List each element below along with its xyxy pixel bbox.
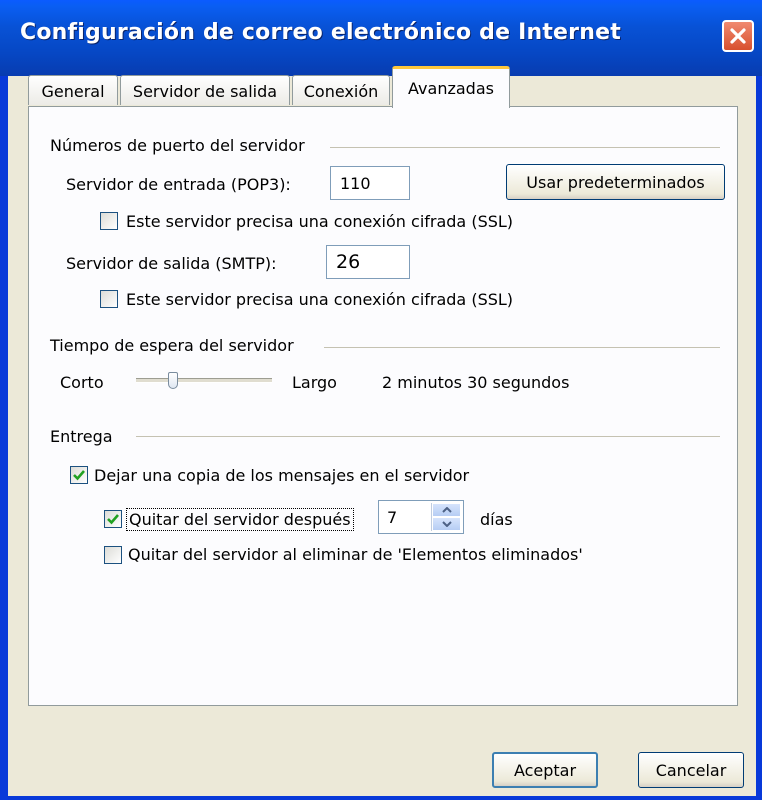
remove-after-label: Quitar del servidor después (126, 508, 354, 531)
timeout-slider[interactable] (136, 372, 272, 392)
remove-deleted-label: Quitar del servidor al eliminar de 'Elem… (128, 545, 583, 564)
slider-track (136, 378, 272, 383)
tab-connection-label: Conexión (303, 82, 379, 101)
close-icon (730, 28, 746, 44)
chevron-down-icon (441, 521, 452, 527)
ports-section-title: Números de puerto del servidor (50, 136, 305, 155)
use-defaults-label: Usar predeterminados (526, 172, 705, 192)
use-defaults-button[interactable]: Usar predeterminados (506, 164, 725, 200)
outgoing-ssl-checkbox[interactable] (100, 290, 118, 308)
tab-outgoing-server-label: Servidor de salida (132, 82, 278, 101)
timeout-section-title: Tiempo de espera del servidor (50, 336, 294, 355)
leave-copy-label: Dejar una copia de los mensajes en el se… (94, 466, 470, 485)
tab-outgoing-server[interactable]: Servidor de salida (120, 75, 290, 105)
tab-connection[interactable]: Conexión (292, 75, 390, 105)
dialog-window: Configuración de correo electrónico de I… (0, 0, 762, 800)
timeout-short-label: Corto (60, 373, 104, 392)
leave-copy-checkbox[interactable] (70, 466, 88, 484)
cancel-button-label: Cancelar (655, 760, 727, 780)
incoming-ssl-checkbox[interactable] (100, 212, 118, 230)
delivery-section-title: Entrega (50, 427, 113, 446)
timeout-long-label: Largo (292, 373, 337, 392)
chevron-up-icon (441, 507, 452, 513)
outgoing-ssl-label: Este servidor precisa una conexión cifra… (126, 290, 514, 309)
checkmark-icon (73, 470, 85, 481)
days-unit-label: días (480, 510, 513, 529)
outgoing-port-input[interactable]: 26 (326, 245, 410, 279)
tab-general[interactable]: General (28, 75, 118, 105)
close-button[interactable] (722, 20, 754, 52)
incoming-server-label: Servidor de entrada (POP3): (66, 175, 291, 194)
ok-button[interactable]: Aceptar (492, 752, 598, 788)
tab-general-label: General (41, 82, 105, 101)
outgoing-port-value: 26 (336, 251, 361, 273)
outgoing-server-label: Servidor de salida (SMTP): (66, 254, 277, 273)
incoming-port-value: 110 (340, 173, 371, 193)
delivery-section-divider (136, 436, 720, 437)
incoming-port-input[interactable]: 110 (330, 166, 410, 200)
spinner-down-button[interactable] (432, 517, 461, 531)
days-value: 7 (387, 507, 398, 527)
remove-deleted-checkbox[interactable] (104, 546, 122, 564)
slider-thumb[interactable] (168, 372, 178, 389)
days-input[interactable]: 7 (378, 500, 464, 534)
incoming-ssl-label: Este servidor precisa una conexión cifra… (126, 212, 514, 231)
cancel-button[interactable]: Cancelar (638, 752, 744, 788)
timeout-section-divider (324, 347, 720, 348)
tab-advanced-label: Avanzadas (408, 79, 494, 98)
ok-button-label: Aceptar (513, 760, 577, 780)
ports-section-divider (330, 147, 720, 148)
spinner-up-button[interactable] (432, 503, 461, 517)
remove-after-checkbox[interactable] (104, 510, 122, 528)
checkmark-icon (107, 514, 119, 525)
days-spinner[interactable] (431, 503, 461, 531)
title-bar[interactable]: Configuración de correo electrónico de I… (0, 0, 762, 76)
timeout-value-text: 2 minutos 30 segundos (382, 373, 570, 392)
tab-advanced[interactable]: Avanzadas (392, 66, 510, 108)
window-title: Configuración de correo electrónico de I… (20, 20, 621, 45)
